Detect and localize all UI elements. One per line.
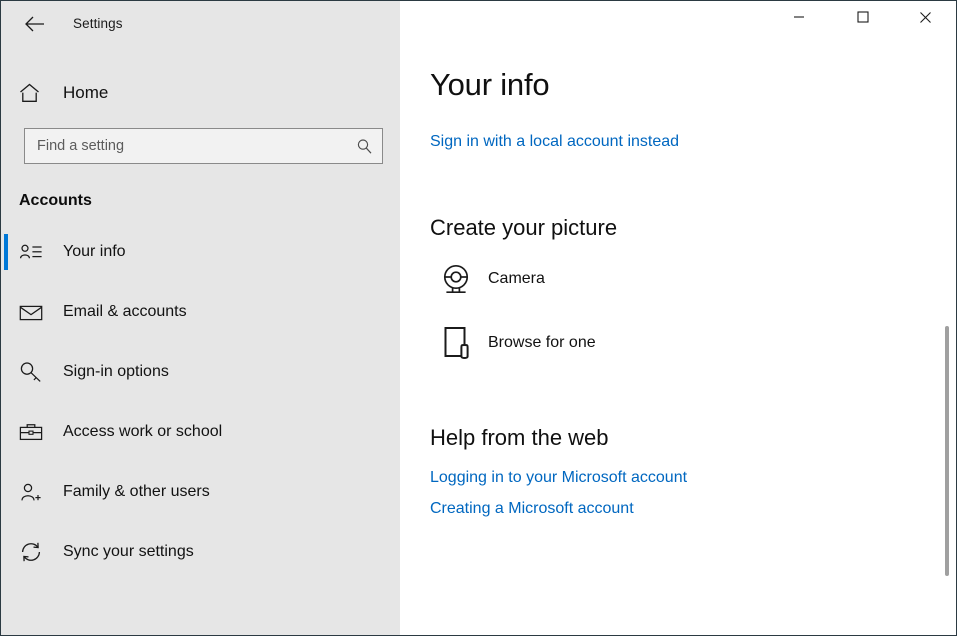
maximize-button[interactable] <box>840 1 886 33</box>
back-button[interactable] <box>13 8 57 40</box>
sidebar-item-home[interactable]: Home <box>1 73 400 113</box>
sidebar-item-access-work-school[interactable]: Access work or school <box>1 412 400 452</box>
sidebar-item-your-info[interactable]: Your info <box>1 232 400 272</box>
webcam-icon <box>430 262 482 296</box>
sidebar-item-sync-settings[interactable]: Sync your settings <box>1 532 400 572</box>
scrollbar-thumb[interactable] <box>945 326 949 576</box>
sidebar-item-access-work-school-label: Access work or school <box>63 423 223 440</box>
camera-option[interactable]: Camera <box>430 253 569 305</box>
create-your-picture-heading: Create your picture <box>430 215 618 240</box>
title-bar-left: Settings <box>1 1 400 46</box>
browse-file-icon <box>430 325 482 361</box>
browse-for-one-option-label: Browse for one <box>488 334 596 351</box>
sidebar-item-your-info-label: Your info <box>63 243 126 260</box>
envelope-icon <box>19 303 45 322</box>
sidebar-item-family-other-users-label: Family & other users <box>63 483 210 500</box>
close-button[interactable] <box>902 1 948 33</box>
back-arrow-icon <box>25 16 44 31</box>
sidebar-nav-list: Your info Email & accounts Sign-in optio… <box>1 232 400 572</box>
sidebar-item-email-accounts[interactable]: Email & accounts <box>1 292 400 332</box>
camera-option-label: Camera <box>488 270 545 287</box>
app-title: Settings <box>73 16 123 31</box>
minimize-button[interactable] <box>776 1 822 33</box>
help-from-web-heading: Help from the web <box>430 425 609 450</box>
sidebar-item-home-label: Home <box>63 83 109 102</box>
home-icon <box>19 83 45 103</box>
close-icon <box>919 11 931 23</box>
browse-for-one-option[interactable]: Browse for one <box>430 317 620 369</box>
sync-icon <box>19 541 45 563</box>
key-icon <box>19 361 45 383</box>
settings-window: Settings Home Find a setting Accounts Yo… <box>0 0 957 636</box>
content-pane: Your info Sign in with a local account i… <box>400 46 956 635</box>
content-scrollbar[interactable] <box>942 46 952 631</box>
help-links-list: Logging in to your Microsoft account Cre… <box>430 469 956 518</box>
briefcase-icon <box>19 422 45 442</box>
title-bar: Settings <box>1 1 956 46</box>
sidebar-item-sync-settings-label: Sync your settings <box>63 543 194 560</box>
sidebar-item-signin-options-label: Sign-in options <box>63 363 169 380</box>
sidebar-section-title: Accounts <box>19 192 92 209</box>
selection-indicator <box>4 234 8 270</box>
maximize-icon <box>857 11 869 23</box>
search-icon[interactable] <box>356 138 373 155</box>
page-title: Your info <box>430 67 550 102</box>
minimize-icon <box>794 16 804 18</box>
sidebar-item-family-other-users[interactable]: Family & other users <box>1 472 400 512</box>
sidebar-item-email-accounts-label: Email & accounts <box>63 303 187 320</box>
help-link-logging-in[interactable]: Logging in to your Microsoft account <box>430 469 687 487</box>
search-box[interactable] <box>24 128 383 164</box>
title-bar-right <box>400 1 956 46</box>
sign-in-local-account-link[interactable]: Sign in with a local account instead <box>430 133 679 151</box>
help-link-creating-account[interactable]: Creating a Microsoft account <box>430 500 634 518</box>
sidebar: Home Accounts <box>1 46 400 635</box>
sidebar-item-signin-options[interactable]: Sign-in options <box>1 352 400 392</box>
search-input[interactable] <box>37 138 356 154</box>
person-add-icon <box>19 482 45 503</box>
contact-card-icon <box>19 242 45 262</box>
